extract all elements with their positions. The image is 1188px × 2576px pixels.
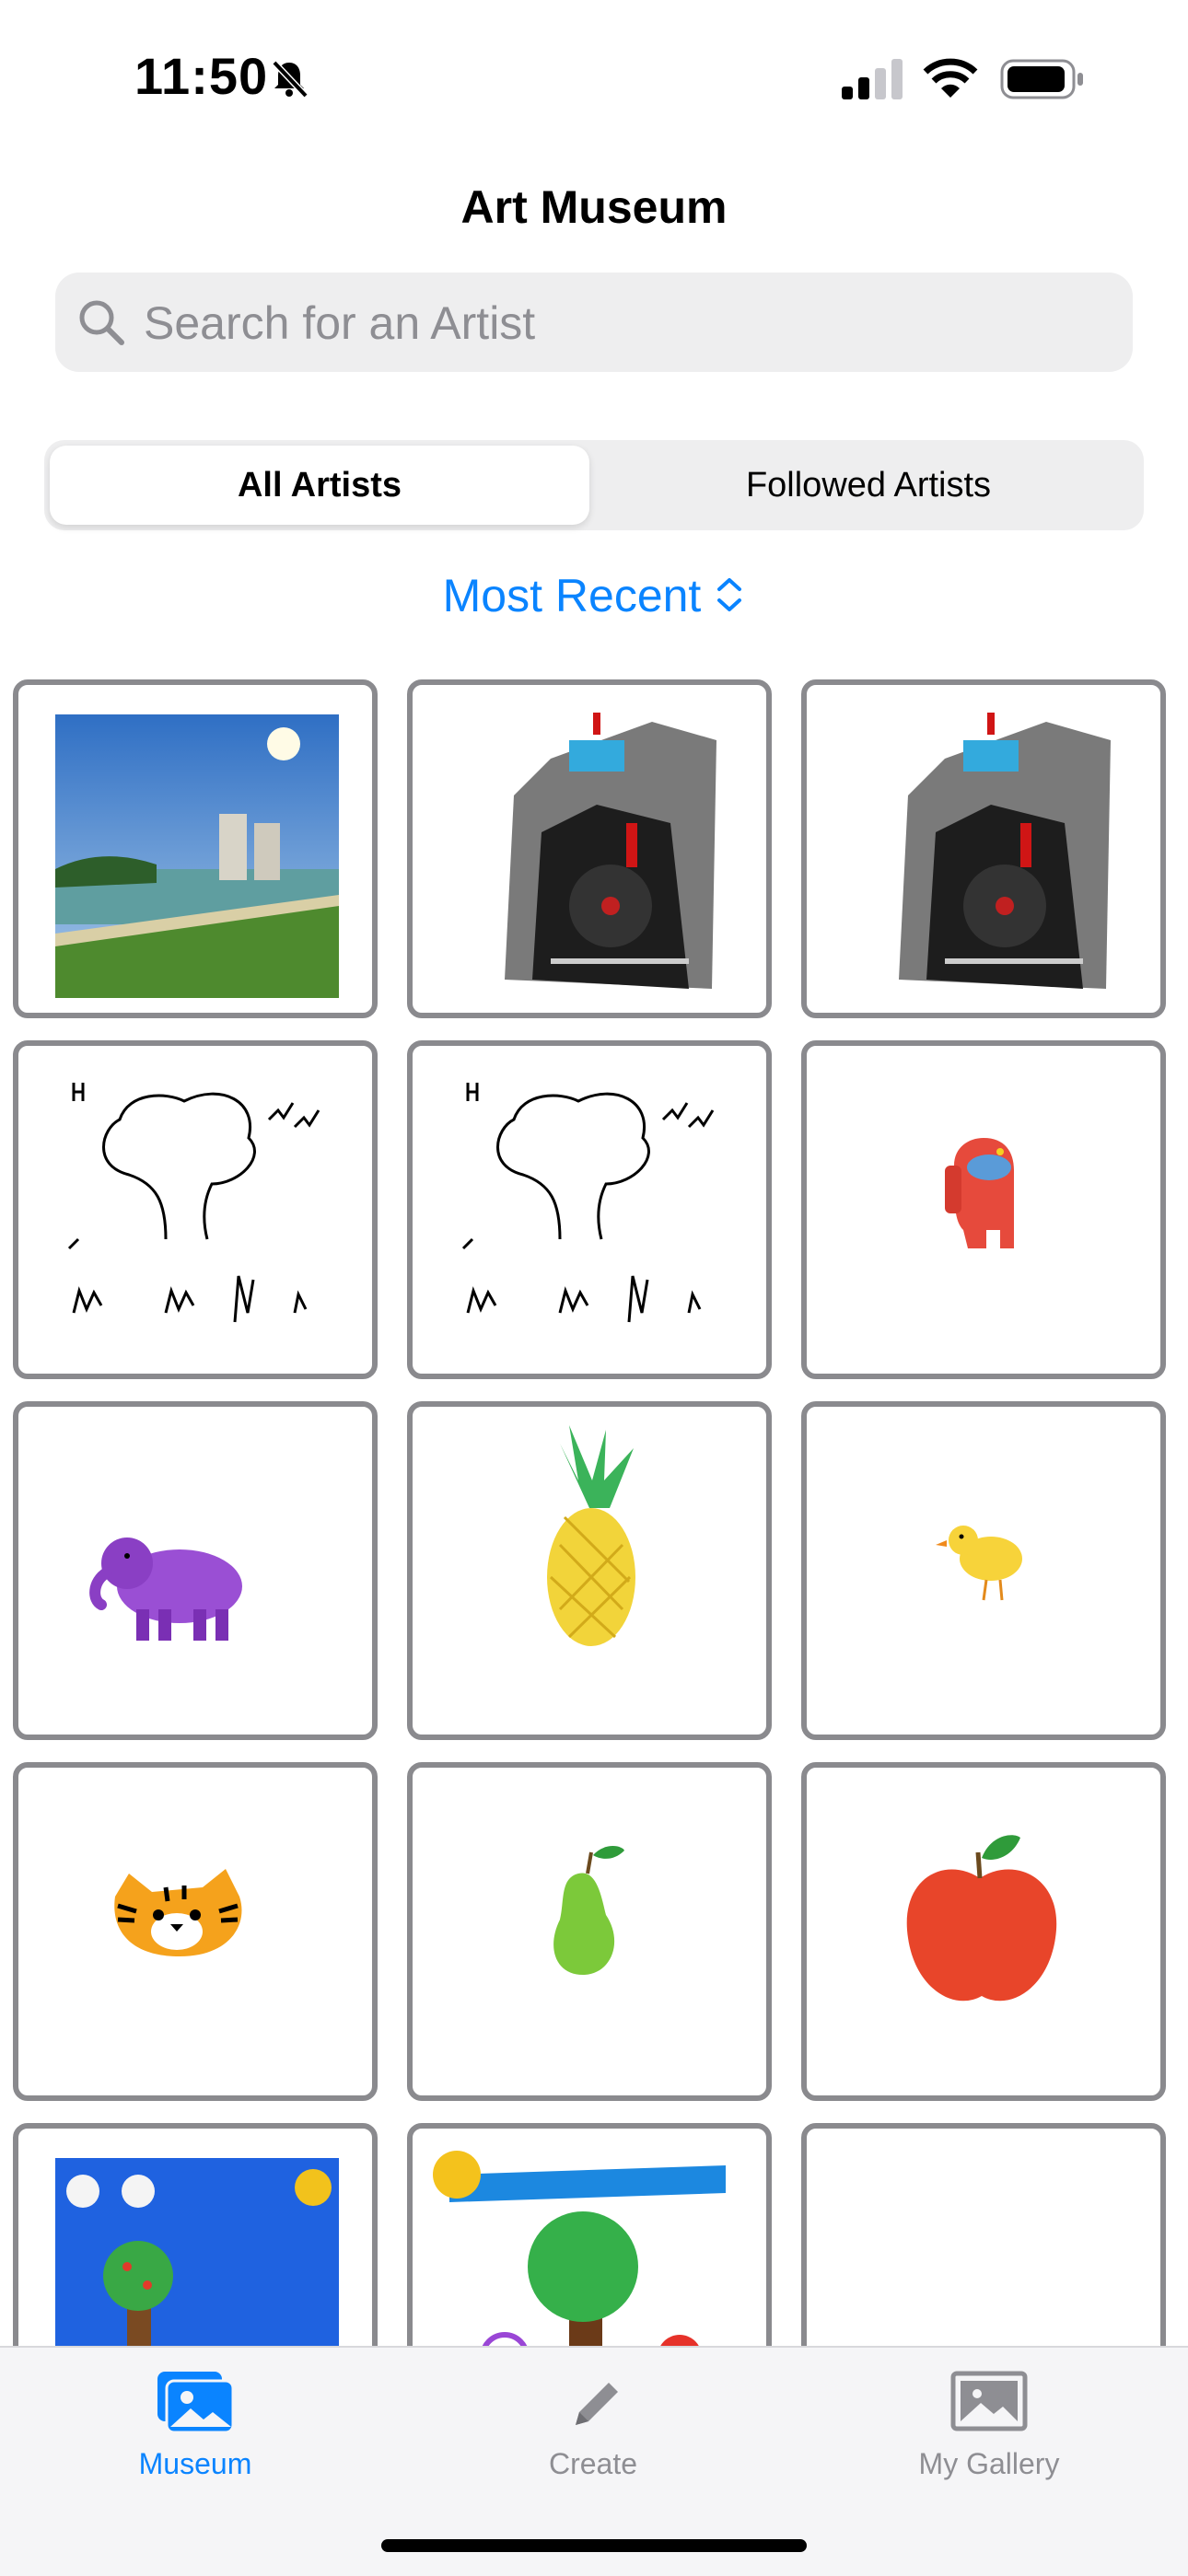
artwork-tile-pineapple[interactable] [407, 1401, 772, 1740]
tab-create-label: Create [548, 2447, 638, 2480]
artwork-tile-chick[interactable] [801, 1401, 1166, 1740]
artwork-grid [0, 0, 1188, 2346]
purple-elephant-image [89, 1537, 242, 1641]
artwork-tile-robot[interactable] [801, 679, 1166, 1018]
tiger-face-image [114, 1869, 242, 1956]
artwork-tile-tree-birds[interactable] [407, 1040, 772, 1379]
artwork-tile-landscape[interactable] [13, 679, 378, 1018]
tab-my-gallery-label: My Gallery [918, 2447, 1060, 2480]
artwork-tile-astronaut[interactable] [801, 1040, 1166, 1379]
robot-sketch-image [899, 713, 1111, 989]
green-pear-image [553, 1846, 624, 1975]
artwork-tile-tree-birds[interactable] [13, 1040, 378, 1379]
tab-museum[interactable]: Museum [76, 2370, 315, 2489]
artwork-tile-blank[interactable] [801, 2123, 1166, 2346]
tab-my-gallery[interactable]: My Gallery [869, 2370, 1109, 2489]
blue-tree-scene-image [55, 2158, 339, 2346]
tab-create[interactable]: Create [473, 2370, 713, 2489]
artwork-tile-blue-tree[interactable] [13, 2123, 378, 2346]
museum-photos-icon [157, 2372, 235, 2434]
tree-birds-sketch-image [461, 1083, 715, 1323]
pineapple-image [547, 1425, 635, 1646]
pencil-icon [576, 2383, 618, 2425]
yellow-chick-image [936, 1526, 1022, 1601]
robot-sketch-image [505, 713, 716, 989]
photo-frame-icon [950, 2371, 1028, 2431]
artwork-tile-pear[interactable] [407, 1762, 772, 2101]
landscape-photo-image [55, 714, 339, 998]
artwork-tile-tiger[interactable] [13, 1762, 378, 2101]
artwork-tile-apple[interactable] [801, 1762, 1166, 2101]
red-astronaut-image [945, 1138, 1014, 1248]
tree-flowers-scene-image [433, 2151, 726, 2346]
tree-birds-sketch-image [67, 1083, 320, 1323]
home-indicator[interactable] [381, 2539, 807, 2552]
red-apple-image [906, 1835, 1057, 2002]
artwork-tile-tree-flowers[interactable] [407, 2123, 772, 2346]
artwork-tile-robot[interactable] [407, 679, 772, 1018]
artwork-tile-elephant[interactable] [13, 1401, 378, 1740]
tab-museum-label: Museum [138, 2447, 252, 2480]
